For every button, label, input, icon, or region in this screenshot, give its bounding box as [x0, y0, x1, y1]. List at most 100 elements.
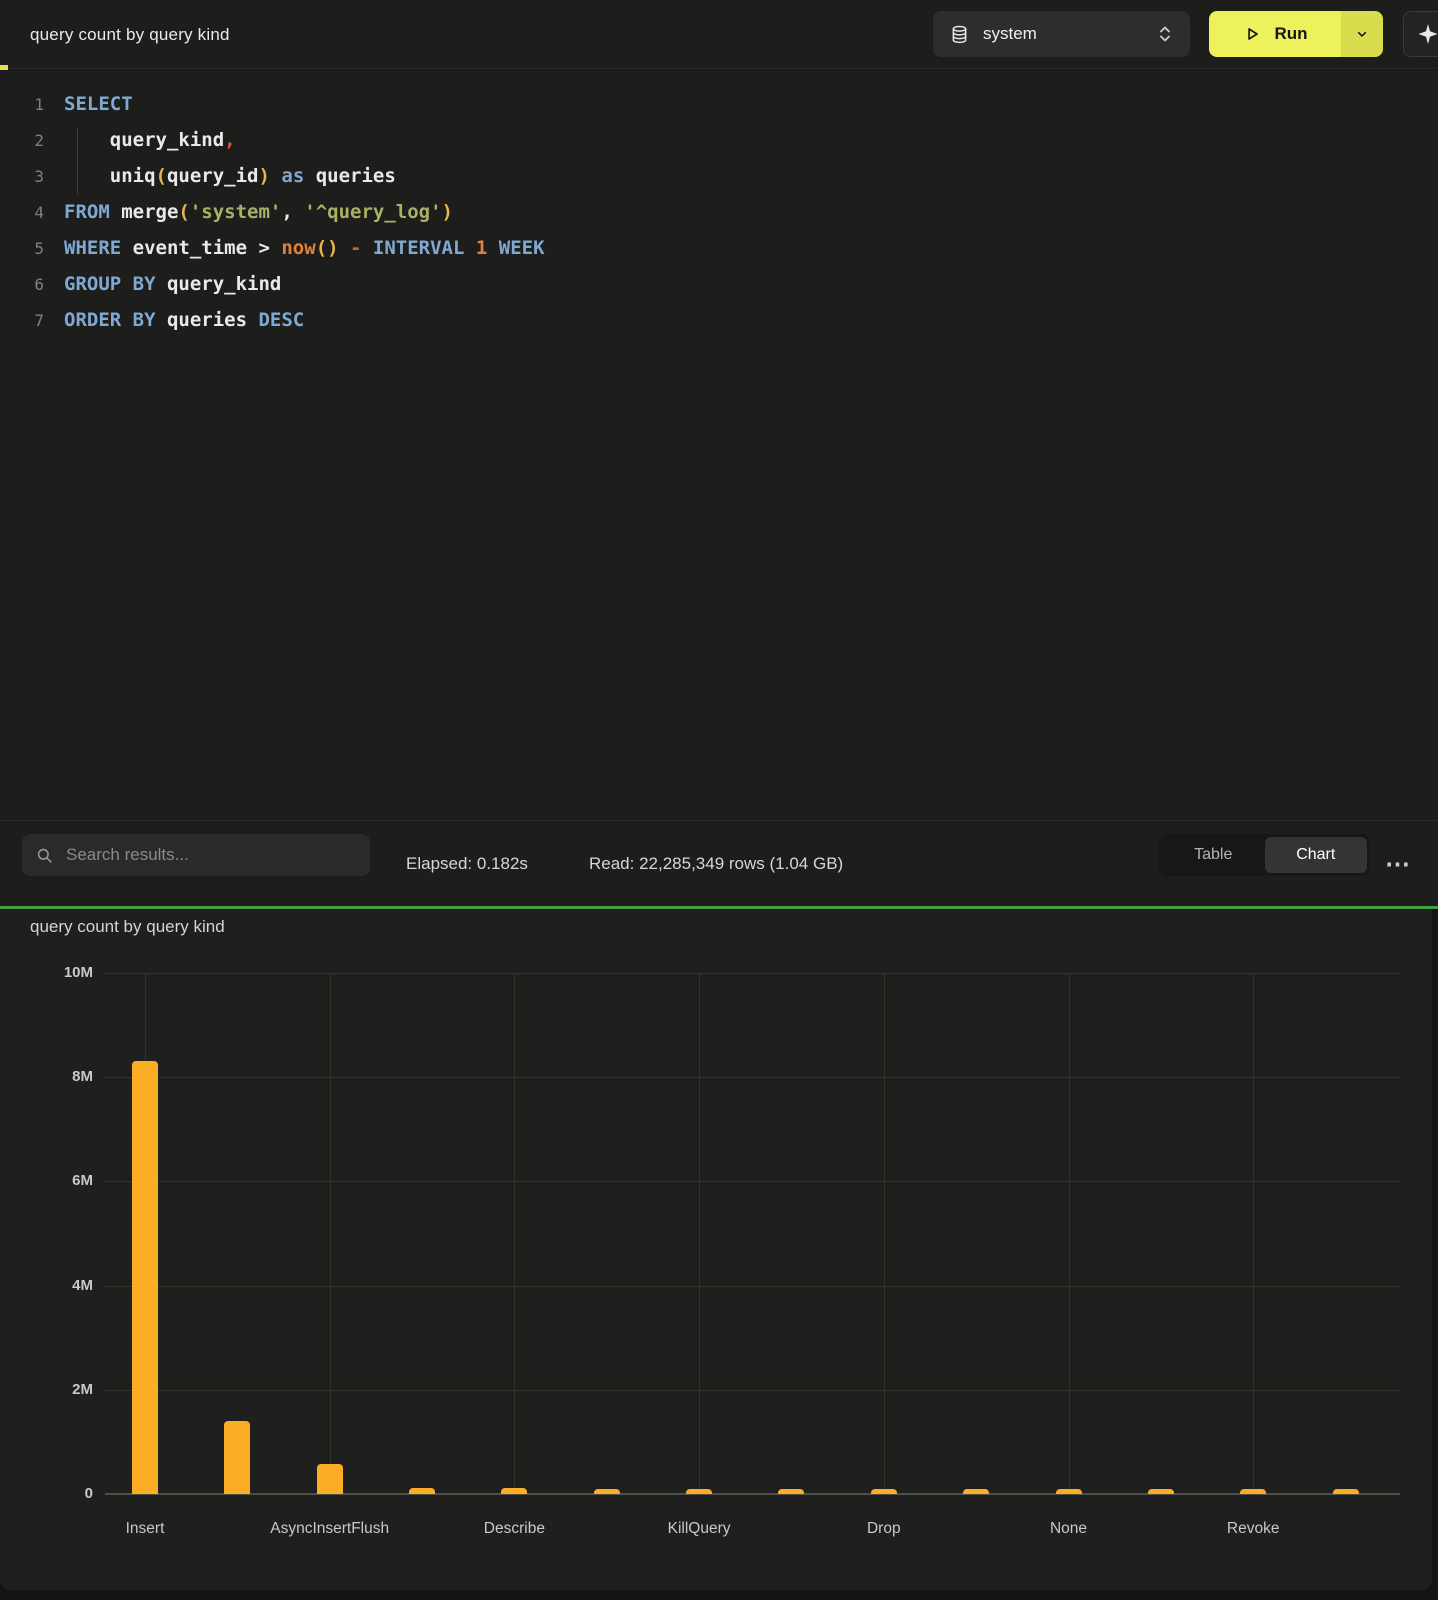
chart-bar[interactable] [1056, 1489, 1082, 1494]
token-id: event_time > [121, 237, 281, 259]
code-line: 4FROM merge('system', '^query_log') [0, 194, 1438, 230]
format-query-button[interactable] [1403, 11, 1438, 57]
sql-editor[interactable]: 1SELECT2 query_kind,3 uniq(query_id) as … [0, 70, 1438, 820]
more-options-button[interactable]: ⋯ [1380, 821, 1416, 907]
search-results-input[interactable] [64, 844, 357, 866]
token-op: , [224, 129, 235, 151]
code-line-text: uniq(query_id) as queries [44, 165, 396, 187]
y-axis-tick-label: 4M [45, 1277, 93, 1294]
gridline-horizontal [105, 1077, 1400, 1078]
token-kw: as [281, 165, 304, 187]
tab-table[interactable]: Table [1162, 837, 1265, 873]
code-line-text: WHERE event_time > now() - INTERVAL 1 WE… [44, 237, 545, 259]
gridline-horizontal [105, 1286, 1400, 1287]
chart-panel: query count by query kind 02M4M6M8M10MIn… [0, 909, 1432, 1590]
code-line-text: query_kind, [44, 129, 236, 151]
x-axis-tick-label: AsyncInsertFlush [245, 1520, 415, 1538]
code-line: 3 uniq(query_id) as queries [0, 158, 1438, 194]
x-axis-tick-label: KillQuery [614, 1520, 784, 1538]
x-axis-tick-label: Drop [799, 1520, 969, 1538]
token-id: query_kind [156, 273, 282, 295]
token-st: '^query_log' [304, 201, 441, 223]
top-toolbar: query count by query kind system [0, 0, 1438, 69]
token-nm: 1 [464, 237, 498, 259]
code-line: 2 query_kind, [0, 122, 1438, 158]
chart-bar[interactable] [132, 1061, 158, 1494]
results-toolbar: Elapsed: 0.182s Read: 22,285,349 rows (1… [0, 820, 1438, 909]
database-icon [949, 24, 970, 45]
token-id: query_kind [64, 129, 224, 151]
line-number: 4 [0, 203, 44, 222]
token-kw: ORDER BY [64, 309, 156, 331]
run-button[interactable]: Run [1209, 11, 1341, 57]
token-pn: ) [442, 201, 453, 223]
token-id [270, 165, 281, 187]
bar-chart-plot: 02M4M6M8M10MInsertAsyncInsertFlushDescri… [0, 909, 1432, 1590]
code-line-text: GROUP BY query_kind [44, 273, 281, 295]
chart-bar[interactable] [1148, 1489, 1174, 1494]
ellipsis-icon: ⋯ [1385, 849, 1411, 879]
token-kw: FROM [64, 201, 110, 223]
code-line: 6GROUP BY query_kind [0, 266, 1438, 302]
code-line: 1SELECT [0, 86, 1438, 122]
token-kw: SELECT [64, 93, 133, 115]
chart-bar[interactable] [871, 1489, 897, 1494]
x-axis-tick-label: None [984, 1520, 1154, 1538]
database-selector-value: system [983, 24, 1037, 44]
token-id: queries [156, 309, 259, 331]
gridline-vertical [514, 973, 515, 1494]
run-options-button[interactable] [1341, 11, 1383, 57]
y-axis-tick-label: 2M [45, 1381, 93, 1398]
code-line-text: SELECT [44, 93, 133, 115]
tab-chart[interactable]: Chart [1265, 837, 1368, 873]
y-axis-tick-label: 10M [45, 964, 93, 981]
token-pn: ) [258, 165, 269, 187]
chart-bar[interactable] [224, 1421, 250, 1494]
sparkle-icon [1416, 22, 1438, 46]
chart-bar[interactable] [501, 1488, 527, 1494]
gridline-vertical [884, 973, 885, 1494]
chart-bar[interactable] [594, 1489, 620, 1494]
search-results-box[interactable] [22, 834, 370, 876]
code-line: 7ORDER BY queries DESC [0, 302, 1438, 338]
chart-bar[interactable] [778, 1489, 804, 1494]
x-axis-tick-label: Insert [60, 1520, 230, 1538]
gridline-horizontal [105, 973, 1400, 974]
gridline-vertical [699, 973, 700, 1494]
run-split-button: Run [1209, 11, 1383, 57]
token-id: queries [304, 165, 396, 187]
database-selector[interactable]: system [933, 11, 1190, 57]
search-icon [35, 846, 54, 865]
token-kw: WHERE [64, 237, 121, 259]
x-axis-tick-label: Revoke [1168, 1520, 1338, 1538]
token-pn: ( [156, 165, 167, 187]
chart-bar[interactable] [686, 1489, 712, 1494]
chart-bar[interactable] [409, 1488, 435, 1494]
y-axis-tick-label: 8M [45, 1068, 93, 1085]
read-stat: Read: 22,285,349 rows (1.04 GB) [589, 821, 843, 907]
x-axis-line [105, 1493, 1400, 1495]
line-number: 6 [0, 275, 44, 294]
chart-bar[interactable] [1240, 1489, 1266, 1494]
chevron-down-icon [1354, 26, 1370, 42]
x-axis-tick-label: Describe [429, 1520, 599, 1538]
gridline-vertical [330, 973, 331, 1494]
play-icon [1242, 24, 1262, 44]
chart-bar[interactable] [963, 1489, 989, 1494]
token-kw: DESC [258, 309, 304, 331]
token-id: , [281, 201, 304, 223]
line-number: 3 [0, 167, 44, 186]
code-line-text: FROM merge('system', '^query_log') [44, 201, 453, 223]
indent-guide [77, 128, 78, 194]
elapsed-stat: Elapsed: 0.182s [406, 821, 528, 907]
gridline-vertical [1253, 973, 1254, 1494]
code-line-text: ORDER BY queries DESC [44, 309, 304, 331]
token-pn: ( [178, 201, 189, 223]
gridline-vertical [1069, 973, 1070, 1494]
token-pn: () [316, 237, 339, 259]
line-number: 2 [0, 131, 44, 150]
table-chart-toggle: Table Chart [1159, 834, 1370, 876]
token-kw: INTERVAL [373, 237, 465, 259]
chart-bar[interactable] [317, 1464, 343, 1494]
chart-bar[interactable] [1333, 1489, 1359, 1494]
